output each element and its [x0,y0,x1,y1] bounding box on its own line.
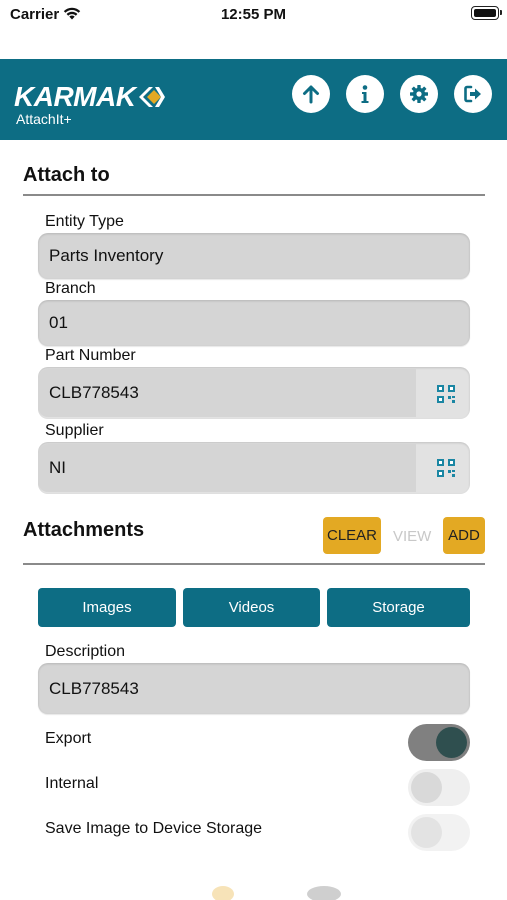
entity-type-field[interactable]: Parts Inventory [38,233,470,279]
description-field[interactable]: CLB778543 [38,663,470,714]
view-button[interactable]: VIEW [393,528,431,545]
export-toggle[interactable] [408,724,470,761]
settings-button[interactable] [400,75,438,113]
save-to-device-toggle-knob [411,817,442,848]
tab-storage[interactable]: Storage [327,588,470,627]
battery-icon [471,6,502,20]
attachments-divider [23,563,485,565]
add-button[interactable]: ADD [443,517,485,554]
app-subtitle: AttachIt+ [16,111,72,127]
qr-scan-icon[interactable] [436,458,456,478]
export-label: Export [45,730,92,747]
arrow-up-icon [303,85,319,104]
attach-to-title: Attach to [23,164,110,186]
save-to-device-toggle[interactable] [408,814,470,851]
bottom-partial-image [307,886,341,900]
attachments-title: Attachments [23,519,145,541]
tab-images[interactable]: Images [38,588,176,627]
clock: 12:55 PM [220,6,287,23]
part-number-label: Part Number [45,347,136,364]
qr-scan-icon[interactable] [436,384,456,404]
branch-label: Branch [45,280,96,297]
gear-icon [410,85,428,103]
logo-text: KARMAK [14,81,136,112]
logout-icon [464,85,481,103]
info-button[interactable] [346,75,384,113]
save-to-device-label: Save Image to Device Storage [45,820,263,837]
export-toggle-knob [436,727,467,758]
branch-field[interactable]: 01 [38,300,470,346]
logo-diamond-icon [139,87,166,107]
status-bar: Carrier 12:55 PM [0,0,507,30]
internal-toggle-knob [411,772,442,803]
supplier-label: Supplier [45,422,104,439]
part-number-field[interactable]: CLB778543 [38,369,416,417]
karmak-logo: KARMAK [14,81,166,113]
bottom-partial-image [212,886,234,900]
entity-type-label: Entity Type [45,213,124,230]
tab-videos[interactable]: Videos [183,588,320,627]
internal-label: Internal [45,775,99,792]
internal-toggle[interactable] [408,769,470,806]
clear-button[interactable]: CLEAR [323,517,381,554]
attach-to-divider [23,194,485,196]
upload-button[interactable] [292,75,330,113]
logout-button[interactable] [454,75,492,113]
description-label: Description [45,643,126,660]
info-icon [361,85,369,103]
app-header: KARMAK AttachIt+ [0,59,507,140]
supplier-field[interactable]: NI [38,444,416,492]
